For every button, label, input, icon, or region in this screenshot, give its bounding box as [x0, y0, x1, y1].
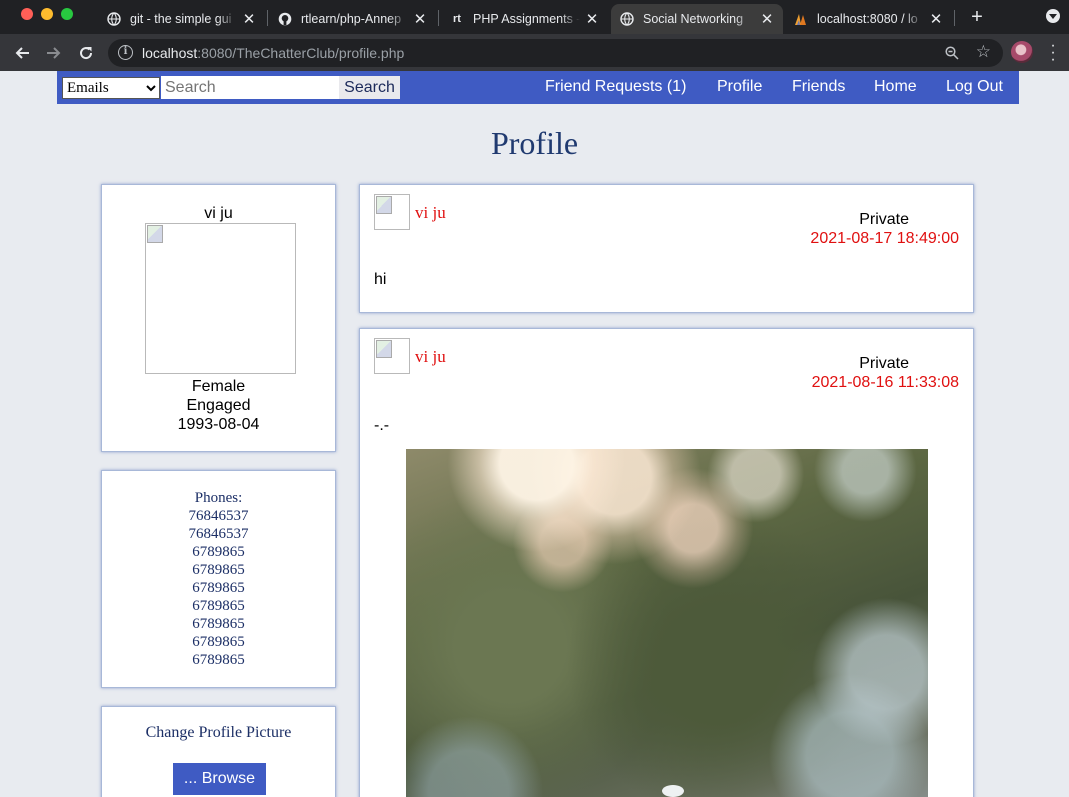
globe-icon	[619, 11, 635, 27]
back-icon[interactable]	[9, 40, 35, 66]
close-icon[interactable]: ✕	[759, 10, 775, 28]
post-privacy: Private	[859, 211, 909, 228]
info-icon[interactable]: i	[118, 45, 133, 60]
tab-title: PHP Assignments -	[473, 12, 580, 26]
phones-label: Phones:	[194, 490, 243, 506]
phone-number: 6789865	[192, 580, 245, 596]
tab-title: git - the simple gui	[130, 12, 232, 26]
browser-tab-active[interactable]: Social Networking ✕	[611, 4, 783, 34]
phones-list: Phones: 76846537 76846537 6789865 678986…	[102, 489, 335, 669]
change-picture-label: Change Profile Picture	[145, 724, 292, 741]
reload-icon[interactable]	[73, 40, 99, 66]
browse-button[interactable]: ... Browse	[173, 763, 266, 795]
close-icon[interactable]: ✕	[584, 10, 600, 28]
nav-link-profile[interactable]: Profile	[717, 78, 762, 96]
search-type-select[interactable]: Emails	[62, 77, 160, 99]
change-picture-card: Change Profile Picture ... Browse	[101, 706, 336, 797]
post-text: -.-	[374, 417, 390, 434]
post-card: vi ju Private 2021-08-16 11:33:08 -.-	[359, 328, 974, 797]
phone-number: 6789865	[192, 616, 245, 632]
phone-number: 76846537	[188, 526, 249, 542]
tab-separator	[438, 10, 439, 26]
bookmark-star-icon[interactable]: ☆	[976, 42, 991, 62]
profile-card: vi ju Female Engaged 1993-08-04	[101, 184, 336, 452]
post-author-avatar	[374, 194, 410, 230]
post-author[interactable]: vi ju	[415, 203, 446, 223]
profile-name: vi ju	[204, 205, 233, 222]
search-button[interactable]: Search	[339, 76, 400, 99]
nav-link-logout[interactable]: Log Out	[946, 78, 1003, 96]
browser-tab[interactable]: rtlearn/php-Annep ✕	[269, 4, 436, 34]
tab-title: rtlearn/php-Annep	[301, 12, 402, 26]
phone-number: 6789865	[192, 544, 245, 560]
zoom-icon[interactable]	[945, 46, 959, 60]
tab-separator	[954, 10, 955, 26]
globe-icon	[106, 11, 122, 27]
github-icon	[277, 11, 293, 27]
tab-title: Social Networking	[643, 12, 744, 26]
post-card: vi ju Private 2021-08-17 18:49:00 hi	[359, 184, 974, 313]
tab-separator	[267, 10, 268, 26]
profile-avatar[interactable]	[1011, 41, 1033, 63]
post-text: hi	[374, 271, 387, 288]
nav-link-friends[interactable]: Friends	[792, 78, 845, 96]
post-image	[406, 449, 928, 797]
profile-picture	[145, 223, 296, 374]
tab-title: localhost:8080 / lo	[817, 12, 918, 26]
post-date: 2021-08-17 18:49:00	[810, 230, 959, 247]
menu-icon[interactable]: · · ·	[1046, 38, 1060, 68]
phone-number: 6789865	[192, 652, 245, 668]
window-zoom-button[interactable]	[61, 8, 73, 20]
nav-link-home[interactable]: Home	[874, 78, 917, 96]
tab-search-icon[interactable]	[1046, 9, 1060, 23]
search-input[interactable]	[161, 76, 339, 99]
browser-tab[interactable]: rt PHP Assignments - ✕	[441, 4, 608, 34]
browser-toolbar: i localhost:8080/TheChatterClub/profile.…	[0, 34, 1069, 71]
photo-flower	[662, 785, 684, 797]
url-text: localhost:8080/TheChatterClub/profile.ph…	[142, 45, 405, 61]
nav-link-friend-requests[interactable]: Friend Requests (1)	[545, 78, 686, 96]
close-icon[interactable]: ✕	[928, 10, 944, 28]
browser-tab[interactable]: localhost:8080 / lo ✕	[785, 4, 952, 34]
browser-tab-bar: git - the simple gui ✕ rtlearn/php-Annep…	[0, 0, 1069, 34]
phone-number: 76846537	[188, 508, 249, 524]
window-minimize-button[interactable]	[41, 8, 53, 20]
phpmyadmin-icon	[793, 11, 809, 27]
browser-tab[interactable]: git - the simple gui ✕	[98, 4, 265, 34]
phone-number: 6789865	[192, 598, 245, 614]
profile-relationship: Engaged	[186, 397, 251, 414]
close-icon[interactable]: ✕	[241, 10, 257, 28]
post-privacy: Private	[859, 355, 909, 372]
new-tab-button[interactable]: +	[966, 4, 988, 30]
forward-icon[interactable]	[41, 40, 67, 66]
site-navbar: Emails Search Friend Requests (1) Profil…	[57, 71, 1019, 104]
post-author[interactable]: vi ju	[415, 347, 446, 367]
page-content: Emails Search Friend Requests (1) Profil…	[0, 71, 1069, 797]
rt-icon: rt	[453, 13, 461, 25]
page-title: Profile	[490, 125, 579, 161]
phone-number: 6789865	[192, 634, 245, 650]
close-icon[interactable]: ✕	[412, 10, 428, 28]
post-date: 2021-08-16 11:33:08	[811, 374, 959, 391]
phone-number: 6789865	[192, 562, 245, 578]
window-close-button[interactable]	[21, 8, 33, 20]
profile-gender: Female	[191, 378, 246, 395]
phones-card: Phones: 76846537 76846537 6789865 678986…	[101, 470, 336, 688]
address-bar[interactable]: i localhost:8080/TheChatterClub/profile.…	[108, 39, 1003, 67]
profile-dob: 1993-08-04	[177, 416, 260, 433]
post-author-avatar	[374, 338, 410, 374]
